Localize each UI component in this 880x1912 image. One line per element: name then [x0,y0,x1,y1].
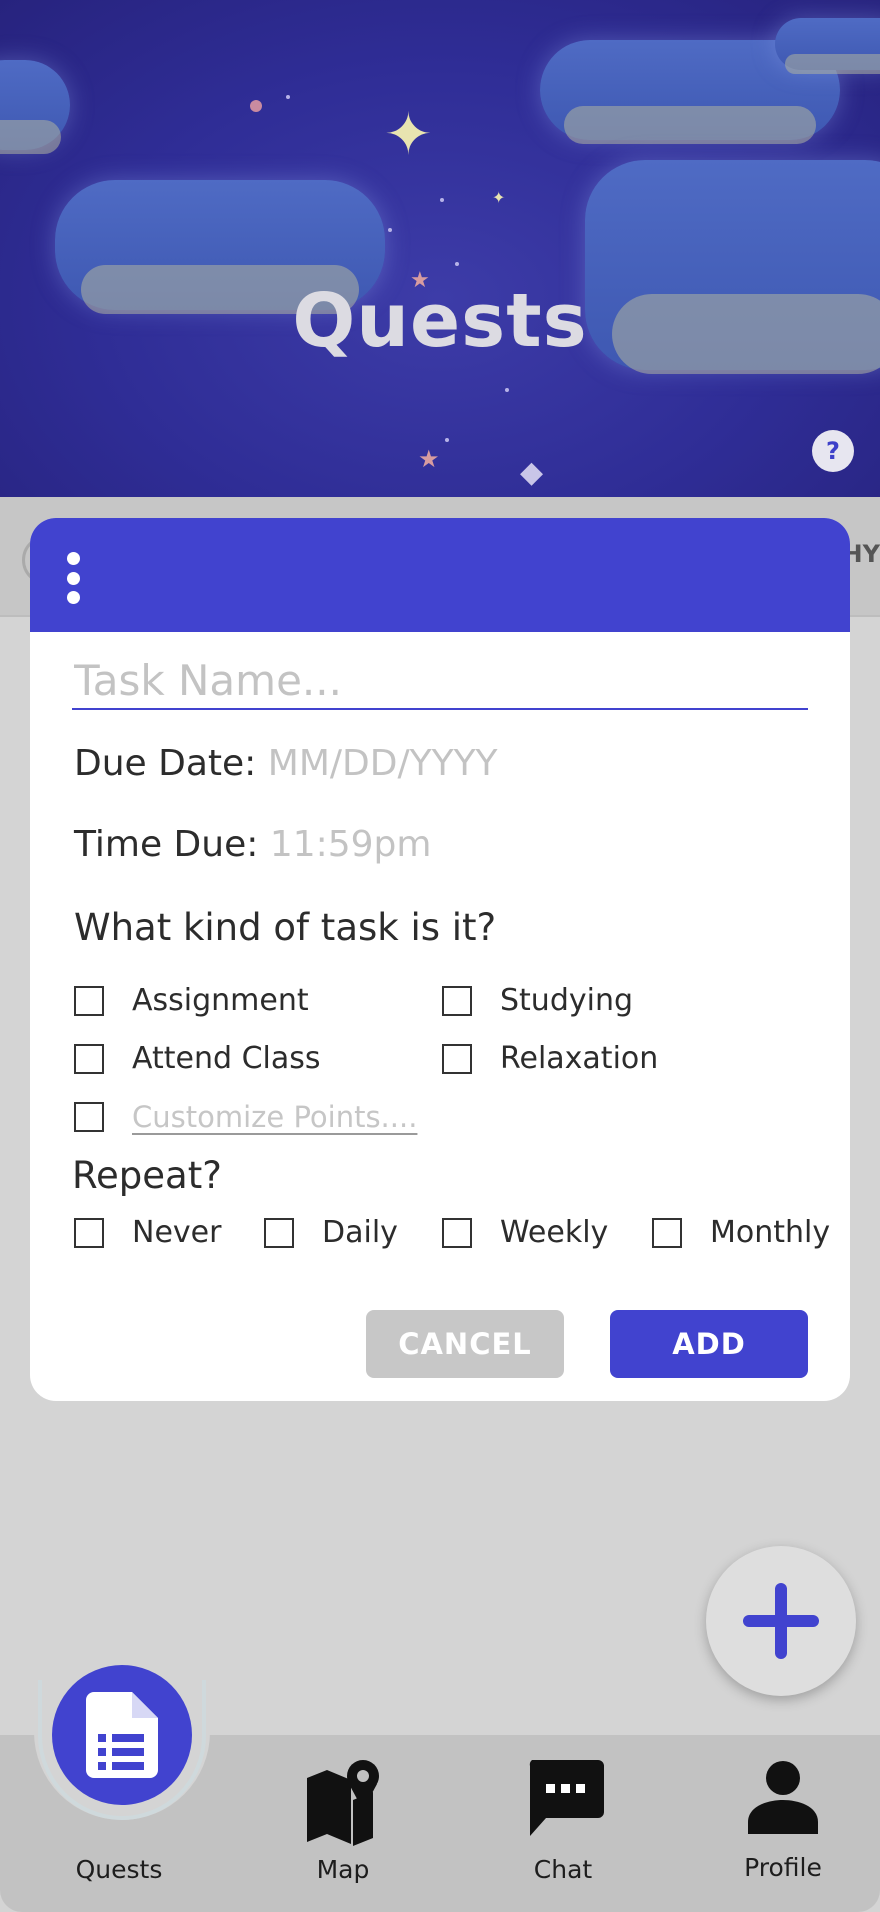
document-icon [86,1692,158,1778]
due-date-label: Due Date: [74,743,257,784]
task-type-studying[interactable]: Studying [442,983,633,1018]
nav-label-quests[interactable]: Quests [34,1855,204,1884]
plus-icon [743,1583,819,1659]
sparkle-icon: ◆ [520,455,544,490]
add-task-dialog: Due Date: MM/DD/YYYY Time Due: 11:59pm W… [30,518,850,1401]
nav-item-chat[interactable] [480,1760,650,1842]
task-type-assignment[interactable]: Assignment [74,983,309,1018]
more-options-icon[interactable] [66,552,80,604]
due-date-input[interactable]: MM/DD/YYYY [268,743,498,784]
page-title: Quests [292,278,588,364]
person-icon [748,1761,818,1834]
time-due-row: Time Due: 11:59pm [74,824,431,865]
checkbox[interactable] [264,1217,294,1248]
option-label: Daily [322,1215,398,1250]
checkbox[interactable] [442,1217,472,1248]
repeat-never[interactable]: Never [74,1215,221,1250]
checkbox[interactable] [74,1043,104,1074]
nav-item-quests[interactable] [52,1665,192,1805]
option-label: Attend Class [132,1041,321,1076]
header-banner: ✦ ◆ ★ ★ ✦ Quests ? [0,0,880,497]
checkbox[interactable] [74,1217,104,1248]
star-dot [505,388,509,392]
cloud-decoration [775,18,880,74]
option-label: Weekly [500,1215,609,1250]
map-pin-icon [307,1760,379,1846]
help-button[interactable]: ? [812,430,854,472]
checkbox[interactable] [652,1217,682,1248]
nav-item-profile[interactable] [698,1760,868,1838]
repeat-daily[interactable]: Daily [264,1215,398,1250]
nav-item-map[interactable] [258,1760,428,1850]
repeat-label: Repeat? [72,1154,222,1197]
customize-points-row[interactable]: Customize Points.... [74,1100,417,1134]
customize-points-input[interactable]: Customize Points.... [132,1100,417,1134]
star-dot [388,228,392,232]
repeat-monthly[interactable]: Monthly [652,1215,830,1250]
time-due-label: Time Due: [74,824,259,865]
star-dot [440,198,444,202]
due-date-row: Due Date: MM/DD/YYYY [74,743,498,784]
task-name-input[interactable] [72,658,808,710]
app-screen: ✦ ◆ ★ ★ ✦ Quests ? HY Due Date: MM/DD/YY… [0,0,880,1912]
checkbox[interactable] [74,1102,104,1132]
star-dot [250,100,262,112]
option-label: Assignment [132,983,309,1018]
star-icon: ★ [418,445,440,473]
nav-label-map[interactable]: Map [258,1855,428,1884]
checkbox[interactable] [442,1043,472,1074]
star-dot [445,438,449,442]
sparkle-icon: ✦ [384,100,433,168]
nav-label-profile[interactable]: Profile [698,1853,868,1882]
dialog-header [30,518,850,632]
option-label: Relaxation [500,1041,659,1076]
option-label: Monthly [710,1215,831,1250]
sparkle-icon: ✦ [492,188,506,207]
chat-icon [529,1760,604,1836]
task-type-question: What kind of task is it? [74,906,497,949]
add-button[interactable]: ADD [610,1310,808,1378]
cancel-button[interactable]: CANCEL [366,1310,564,1378]
repeat-weekly[interactable]: Weekly [442,1215,608,1250]
star-dot [286,95,290,99]
checkbox[interactable] [442,985,472,1016]
option-label: Never [132,1215,222,1250]
checkbox[interactable] [74,985,104,1016]
add-quest-button[interactable] [706,1546,856,1696]
star-dot [455,262,459,266]
cloud-decoration [0,60,70,154]
option-label: Studying [500,983,634,1018]
task-type-relaxation[interactable]: Relaxation [442,1041,658,1076]
time-due-input[interactable]: 11:59pm [270,824,432,865]
nav-label-chat[interactable]: Chat [478,1855,648,1884]
task-type-attend-class[interactable]: Attend Class [74,1041,321,1076]
